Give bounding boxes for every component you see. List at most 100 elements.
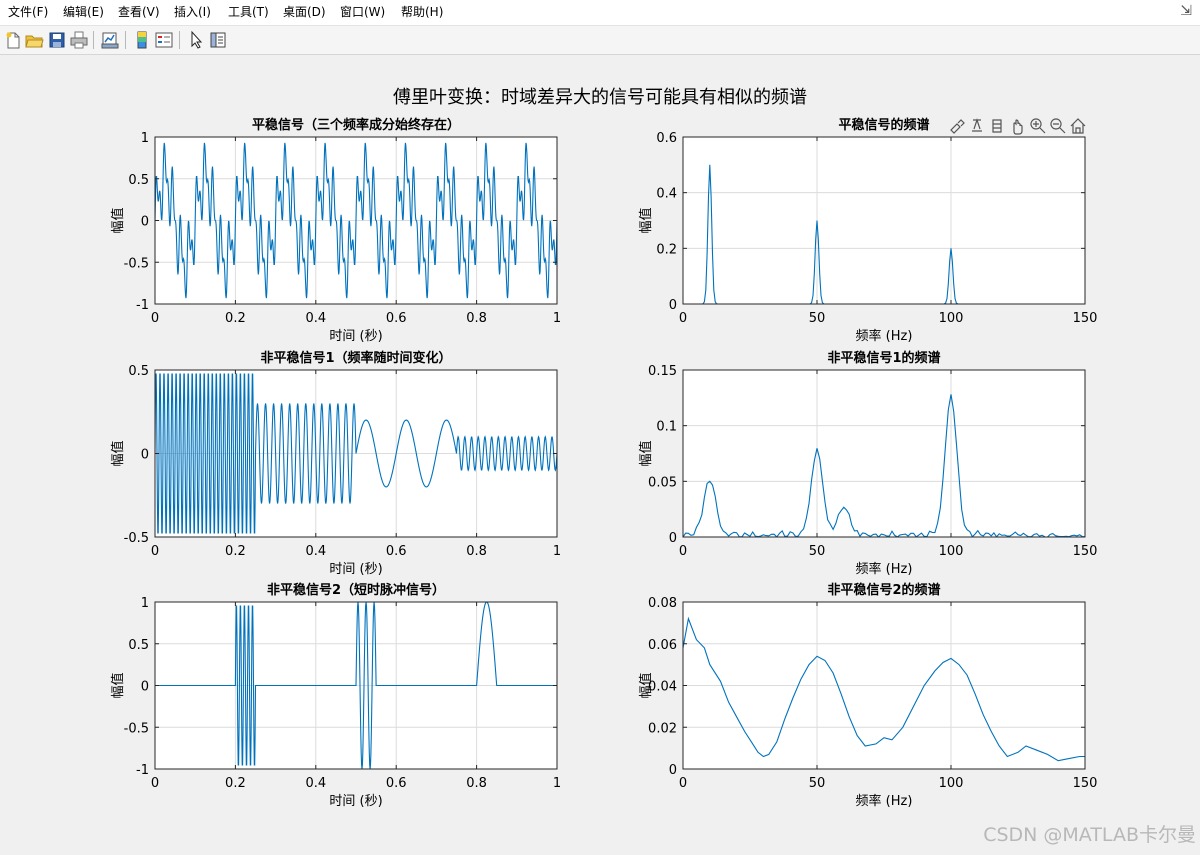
- axes-6[interactable]: 0 50 100 15000.020.040.060.08非平稳信号2的频谱频率 (H…: [638, 582, 1097, 809]
- rotate-icon[interactable]: [992, 119, 1002, 133]
- x-tick-label: 0: [151, 544, 159, 559]
- x-tick-label: 0: [151, 776, 159, 791]
- edit-plot-arrow-icon[interactable]: [186, 30, 206, 50]
- y-tick-label: 1: [141, 596, 149, 611]
- colorbar-icon[interactable]: [132, 30, 152, 50]
- x-tick-label: 0.4: [305, 544, 326, 559]
- y-axis-label: 幅值: [110, 440, 126, 466]
- x-tick-label: 50: [809, 544, 826, 559]
- y-tick-label: 0.08: [648, 596, 677, 611]
- link-plot-icon[interactable]: [100, 30, 120, 50]
- brush-icon[interactable]: [950, 119, 965, 134]
- axes-title: 非平稳信号1的频谱: [827, 350, 940, 366]
- axes-4[interactable]: 0 50 100 150 0 0.05 0.1 0.15 非平稳信号1的频谱频率 (Hz) 幅值: [638, 350, 1097, 577]
- y-tick-label: -0.5: [124, 721, 149, 736]
- axes-toolbar: [950, 118, 1086, 135]
- y-tick-label: 0.6: [656, 131, 677, 146]
- axes-3[interactable]: 0 0.2 0.4 0.6 0.8 1-0.500.5非平稳信号1（频率随时间变化）时间 …: [110, 350, 561, 577]
- x-axis-label: 时间 (秒): [329, 562, 382, 577]
- axes-title: 平稳信号（三个频率成分始终存在）: [252, 117, 460, 133]
- figure-canvas: 傅里叶变换：时域差异大的信号可能具有相似的频谱 0 0.2 0.4 0.6 0.8 1 -1 -…: [4, 56, 1196, 853]
- axes-title: 平稳信号的频谱: [838, 117, 929, 133]
- plot-area: [683, 137, 1085, 304]
- menu-help[interactable]: 帮助(H): [401, 5, 443, 19]
- x-tick-label: 0.4: [305, 311, 326, 326]
- x-axis-label: 频率 (Hz): [856, 793, 913, 809]
- y-axis-label: 幅值: [638, 207, 654, 233]
- x-tick-label: 0.4: [305, 776, 326, 791]
- x-tick-label: 0.6: [386, 776, 407, 791]
- legend-icon[interactable]: [154, 30, 174, 50]
- pan-icon[interactable]: [1013, 119, 1023, 135]
- menu-view[interactable]: 查看(V): [118, 5, 160, 19]
- axes-5[interactable]: 0 0.2 0.4 0.6 0.8 1 -1 -0.5 0 0.5 1 非平稳信号2（短时脉冲信号） 时…: [110, 582, 561, 809]
- y-axis-label: 幅值: [110, 207, 126, 233]
- x-tick-label: 0: [679, 544, 687, 559]
- x-tick-label: 100: [939, 311, 964, 326]
- zoom-in-icon[interactable]: [1030, 118, 1046, 134]
- x-tick-label: 1: [553, 544, 561, 559]
- menu-insert[interactable]: 插入(I): [174, 5, 211, 19]
- axes-2[interactable]: 0 50 100 150 0 0.2 0.4 0.6 平稳信号的频谱频率 (Hz) 幅值: [638, 117, 1097, 344]
- menu-window[interactable]: 窗口(W): [340, 5, 385, 19]
- x-tick-label: 0.8: [466, 544, 487, 559]
- menu-tools[interactable]: 工具(T): [228, 5, 269, 19]
- axes-title: 非平稳信号2（短时脉冲信号）: [267, 582, 445, 598]
- y-axis-label: 幅值: [638, 672, 654, 698]
- y-tick-label: 0.5: [128, 364, 149, 379]
- toolbar-separator: [179, 31, 180, 49]
- property-inspector-icon[interactable]: [208, 30, 228, 50]
- menu-file[interactable]: 文件(F): [8, 5, 48, 19]
- print-icon[interactable]: [69, 30, 89, 50]
- open-file-icon[interactable]: [24, 30, 44, 50]
- x-tick-label: 100: [939, 544, 964, 559]
- y-tick-label: 0: [141, 215, 149, 230]
- y-tick-label: -1: [136, 298, 149, 313]
- y-tick-label: 0.5: [128, 638, 149, 653]
- y-tick-label: -0.5: [124, 256, 149, 271]
- restore-view-icon[interactable]: [1070, 118, 1086, 134]
- y-tick-label: 0: [669, 763, 677, 778]
- data-tips-icon[interactable]: [972, 118, 982, 132]
- y-axis-label: 幅值: [110, 672, 126, 698]
- axes-title: 非平稳信号2的频谱: [827, 582, 940, 598]
- x-axis-label: 时间 (秒): [329, 329, 382, 344]
- undock-icon[interactable]: ⇲: [1180, 3, 1192, 19]
- x-tick-label: 0: [679, 776, 687, 791]
- x-tick-label: 150: [1073, 544, 1098, 559]
- menu-desktop[interactable]: 桌面(D): [283, 5, 326, 19]
- x-tick-label: 0: [151, 311, 159, 326]
- y-tick-label: 0: [669, 298, 677, 313]
- plot-area: [683, 370, 1085, 537]
- x-tick-label: 0: [679, 311, 687, 326]
- y-tick-label: 0: [141, 680, 149, 695]
- x-tick-label: 0.2: [225, 311, 246, 326]
- x-tick-label: 0.2: [225, 544, 246, 559]
- x-tick-label: 1: [553, 776, 561, 791]
- y-tick-label: 0.2: [656, 242, 677, 257]
- figure-suptitle: 傅里叶变换：时域差异大的信号可能具有相似的频谱: [393, 87, 807, 108]
- x-tick-label: 0.8: [466, 776, 487, 791]
- y-axis-label: 幅值: [638, 440, 654, 466]
- axes-1[interactable]: 0 0.2 0.4 0.6 0.8 1 -1 -0.5 0 0.5 1 平稳信号（三个频率成分始终存在…: [110, 117, 561, 344]
- x-tick-label: 50: [809, 311, 826, 326]
- y-tick-label: 0.1: [656, 420, 677, 435]
- y-tick-label: 0.4: [656, 187, 677, 202]
- x-tick-label: 0.6: [386, 311, 407, 326]
- y-tick-label: 0.05: [648, 475, 677, 490]
- x-axis-label: 时间 (秒): [329, 794, 382, 809]
- x-tick-label: 100: [939, 776, 964, 791]
- y-tick-label: 0.15: [648, 364, 677, 379]
- figure-toolbar: [0, 26, 1200, 55]
- new-figure-icon[interactable]: [3, 30, 23, 50]
- x-tick-label: 50: [809, 776, 826, 791]
- zoom-out-icon[interactable]: [1050, 118, 1066, 134]
- x-tick-label: 150: [1073, 311, 1098, 326]
- y-tick-label: 1: [141, 131, 149, 146]
- menu-edit[interactable]: 编辑(E): [63, 5, 104, 19]
- save-icon[interactable]: [47, 30, 67, 50]
- y-tick-label: 0.5: [128, 173, 149, 188]
- y-tick-label: 0: [141, 448, 149, 463]
- axes-title: 非平稳信号1（频率随时间变化）: [260, 350, 451, 366]
- x-tick-label: 0.2: [225, 776, 246, 791]
